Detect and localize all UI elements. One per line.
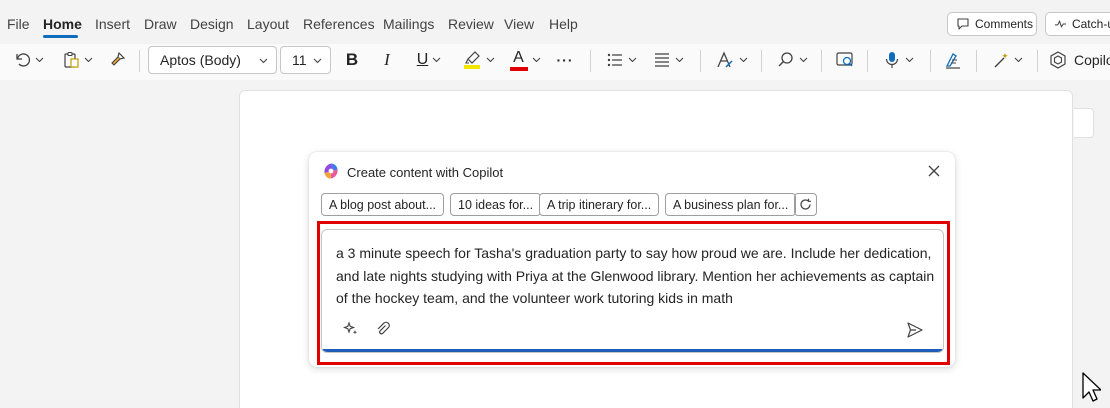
ribbon-toolbar: Aptos (Body) 11 B I U A ··· Copilo (0, 44, 1110, 80)
chevron-down-icon (628, 57, 636, 63)
ribbon-divider (867, 50, 868, 72)
chevron-down-icon (905, 57, 913, 63)
tab-help[interactable]: Help (549, 15, 578, 33)
clipboard-icon (63, 51, 79, 68)
font-name-dropdown[interactable]: Aptos (Body) (148, 46, 277, 74)
tab-insert[interactable]: Insert (95, 15, 130, 33)
chevron-down-icon (313, 58, 322, 64)
font-size-dropdown[interactable]: 11 (280, 46, 331, 74)
copilot-icon (1050, 51, 1066, 69)
chevron-down-icon (799, 57, 807, 63)
chevron-down-icon (84, 57, 92, 63)
chevron-down-icon (259, 58, 268, 64)
highlighter-icon (463, 51, 480, 69)
refresh-suggestions-button[interactable] (794, 193, 817, 216)
ribbon-divider (139, 50, 140, 72)
chevron-down-icon (432, 57, 441, 63)
styles-button[interactable] (712, 44, 750, 76)
chevron-down-icon (486, 57, 494, 63)
tab-design[interactable]: Design (190, 15, 234, 33)
copilot-panel-title: Create content with Copilot (347, 165, 504, 180)
active-tab-indicator (43, 35, 78, 38)
annotation-highlight-box (317, 221, 950, 365)
refresh-icon (800, 198, 811, 210)
align-icon (654, 53, 669, 67)
comments-label: Comments (975, 17, 1034, 31)
activity-icon (1054, 19, 1067, 28)
undo-button[interactable] (8, 44, 48, 76)
ribbon-divider (590, 50, 591, 72)
dictate-button[interactable] (878, 44, 918, 76)
side-panel-handle[interactable] (1074, 108, 1094, 138)
align-button[interactable] (650, 44, 686, 76)
paste-button[interactable] (58, 44, 96, 76)
tab-view[interactable]: View (504, 15, 534, 33)
font-name-value: Aptos (Body) (160, 52, 241, 68)
chevron-down-icon (532, 57, 540, 63)
mouse-pointer-icon (1082, 372, 1101, 402)
bullets-button[interactable] (604, 44, 638, 76)
chevron-down-icon (739, 57, 747, 63)
highlight-color-button[interactable] (458, 44, 498, 76)
tab-draw[interactable]: Draw (144, 15, 177, 33)
focus-view-icon (836, 52, 853, 67)
chevron-down-icon (675, 57, 683, 63)
catchup-button[interactable]: Catch-u (1045, 12, 1110, 36)
reading-view-button[interactable] (832, 44, 858, 76)
font-color-glyph: A (513, 49, 524, 66)
magic-wand-icon (994, 53, 1008, 68)
more-options-button[interactable]: ··· (552, 44, 578, 76)
designer-button[interactable] (988, 44, 1026, 76)
italic-button[interactable]: I (375, 44, 399, 76)
tab-file[interactable]: File (7, 15, 30, 33)
text-style-icon (716, 51, 733, 68)
font-color-icon: A (509, 49, 528, 71)
search-icon (778, 52, 793, 67)
paintbrush-icon (111, 51, 126, 66)
suggestion-chip-itinerary[interactable]: A trip itinerary for... (539, 193, 660, 216)
microphone-icon (885, 52, 898, 68)
tab-mailings[interactable]: Mailings (383, 15, 434, 33)
suggestion-chip-ideas[interactable]: 10 ideas for... (450, 193, 542, 216)
ribbon-divider (930, 50, 931, 72)
font-size-value: 11 (292, 52, 307, 68)
editor-pen-icon (945, 53, 960, 69)
find-button[interactable] (773, 44, 811, 76)
bold-button[interactable]: B (340, 44, 364, 76)
copilot-ribbon-label: Copilo (1074, 52, 1110, 68)
font-color-swatch (509, 67, 528, 71)
suggestion-chip-blog[interactable]: A blog post about... (321, 193, 445, 216)
tab-review[interactable]: Review (448, 15, 494, 33)
underline-glyph: U (416, 51, 429, 68)
format-painter-button[interactable] (104, 44, 130, 76)
menu-bar: File Home Insert Draw Design Layout Refe… (0, 0, 1110, 44)
tab-layout[interactable]: Layout (247, 15, 289, 33)
comments-button[interactable]: Comments (947, 12, 1037, 36)
ribbon-divider (821, 50, 822, 72)
tab-references[interactable]: References (303, 15, 375, 33)
ribbon-divider (1037, 50, 1038, 72)
ribbon-divider (976, 50, 977, 72)
underline-button[interactable]: U (410, 44, 448, 76)
tab-home[interactable]: Home (43, 15, 82, 33)
ribbon-divider (700, 50, 701, 72)
bullet-list-icon (607, 53, 622, 67)
chevron-down-icon (1014, 57, 1022, 63)
catchup-label: Catch-u (1071, 17, 1110, 31)
font-color-button[interactable]: A (506, 44, 544, 76)
copilot-ribbon-button[interactable]: Copilo (1048, 44, 1110, 76)
comment-icon (957, 18, 969, 30)
suggestion-chip-business[interactable]: A business plan for... (665, 193, 797, 216)
undo-icon (15, 53, 30, 67)
copilot-logo-icon (324, 163, 338, 179)
ribbon-divider (761, 50, 762, 72)
close-icon[interactable] (927, 164, 941, 178)
chevron-down-icon (35, 57, 43, 63)
editor-button[interactable] (940, 44, 966, 76)
